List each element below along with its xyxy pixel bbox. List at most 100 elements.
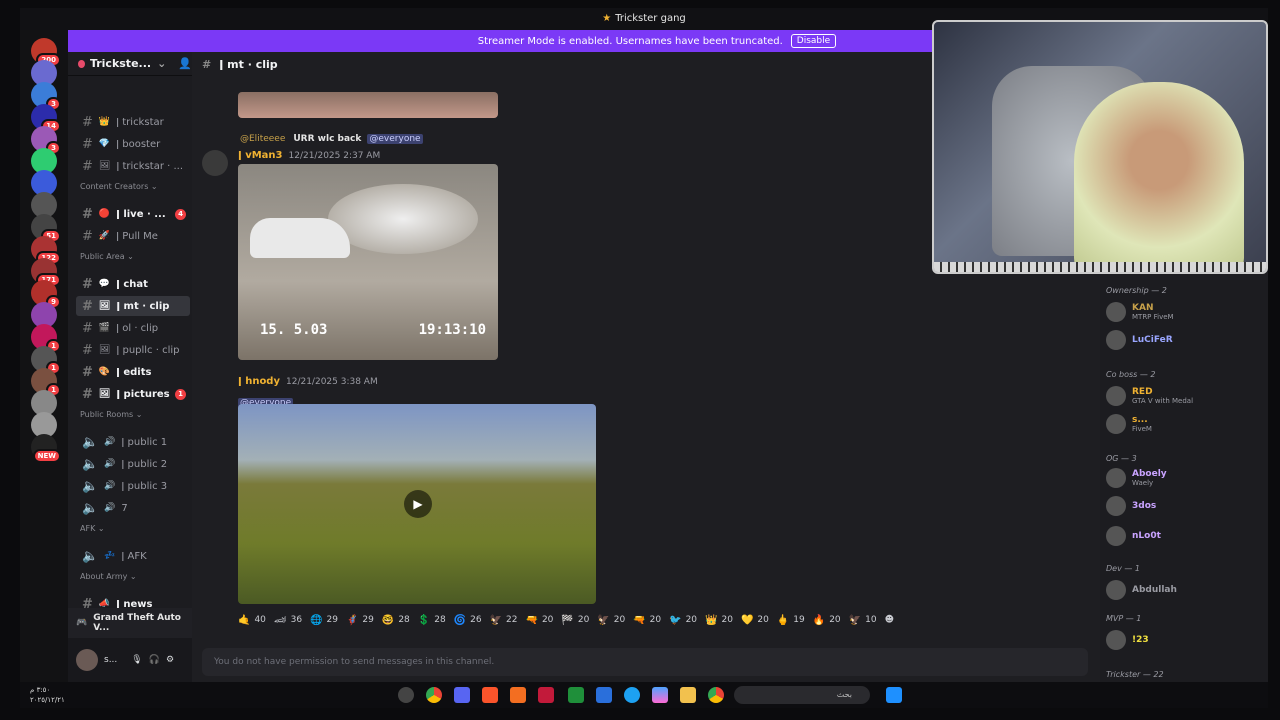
- member-name: KAN: [1132, 303, 1154, 313]
- channel-item[interactable]: 🔈 💤 ǀ AFK: [76, 546, 190, 566]
- channel-item[interactable]: # 🎨 ǀ edits: [76, 362, 190, 382]
- channel-item[interactable]: # 🚀 ǀ Pull Me: [76, 226, 190, 246]
- member-item[interactable]: !23: [1106, 630, 1149, 650]
- channel-item[interactable]: # 🖼 ǀ pictures 1: [76, 384, 190, 404]
- reaction-chip[interactable]: 🦅 22: [490, 615, 518, 626]
- member-item[interactable]: LuCiFeR: [1106, 330, 1173, 350]
- channel-item[interactable]: # 💬 ǀ chat: [76, 274, 190, 294]
- message-author[interactable]: ǀ hnody: [238, 376, 280, 387]
- channel-category[interactable]: AFK ⌄: [80, 524, 105, 533]
- channel-emoji-icon: 🔊: [104, 459, 116, 469]
- channel-item[interactable]: # 👑 ǀ trickstar: [76, 112, 190, 132]
- reaction-chip[interactable]: 💛 20: [741, 615, 769, 626]
- avatar[interactable]: [202, 150, 228, 176]
- reaction-chip[interactable]: 🦸 29: [346, 615, 374, 626]
- app-icon[interactable]: [538, 687, 554, 703]
- reaction-chip[interactable]: 👑 20: [705, 615, 733, 626]
- reaction-chip[interactable]: 🏎 36: [274, 615, 302, 626]
- reply-reference[interactable]: @Eliteeee ᑌRR wlc back @everyone: [238, 134, 423, 144]
- guild-header[interactable]: Trickste... ⌄ 👤: [68, 52, 192, 76]
- add-reaction-icon[interactable]: ☻: [885, 615, 894, 625]
- message-input: You do not have permission to send messa…: [202, 648, 1088, 676]
- discord-icon[interactable]: [454, 687, 470, 703]
- member-item[interactable]: s... FiveM: [1106, 414, 1152, 434]
- avatar[interactable]: [76, 649, 98, 671]
- member-group-header: Co boss — 2: [1106, 370, 1156, 379]
- disable-button[interactable]: Disable: [790, 34, 837, 48]
- copilot-icon[interactable]: [652, 687, 668, 703]
- channel-item[interactable]: 🔈 🔊 ǀ public 3: [76, 476, 190, 496]
- hash-icon: #: [82, 364, 93, 380]
- channel-emoji-icon: 🖼: [98, 389, 111, 399]
- add-member-icon[interactable]: 👤: [178, 57, 192, 70]
- reaction-count: 10: [865, 615, 877, 625]
- hash-icon: #: [82, 276, 93, 292]
- gear-icon[interactable]: ⚙: [166, 655, 174, 665]
- channel-label: ǀ live · ...: [116, 208, 166, 220]
- brave-icon[interactable]: [482, 687, 498, 703]
- channel-item[interactable]: # 🎬 ǀ ol · clip: [76, 318, 190, 338]
- channel-item[interactable]: # 💎 ǀ booster: [76, 134, 190, 154]
- member-item[interactable]: Aboely Waely: [1106, 468, 1167, 488]
- reaction-chip[interactable]: 🐦 20: [669, 615, 697, 626]
- channel-category[interactable]: Content Creators ⌄: [80, 182, 158, 191]
- channel-category[interactable]: About Army ⌄: [80, 572, 137, 581]
- reaction-count: 20: [757, 615, 769, 625]
- member-item[interactable]: KAN MTRP FiveM: [1106, 302, 1174, 322]
- search-input[interactable]: بحث: [734, 686, 870, 704]
- member-item[interactable]: Abdullah: [1106, 580, 1177, 600]
- widgets-icon[interactable]: [398, 687, 414, 703]
- video-attachment[interactable]: ▶: [238, 404, 596, 604]
- reaction-chip[interactable]: 🤓 28: [382, 615, 410, 626]
- avatar: [1106, 468, 1126, 488]
- reaction-chip[interactable]: 🏁 20: [561, 615, 589, 626]
- reaction-chip[interactable]: 🤙 40: [238, 615, 266, 626]
- message-author[interactable]: ǀ vMan3: [238, 150, 283, 161]
- mic-icon[interactable]: 🎙: [131, 655, 142, 665]
- member-item[interactable]: RED GTA V with Medal: [1106, 386, 1193, 406]
- channel-item[interactable]: 🔈 🔊 ǀ public 2: [76, 454, 190, 474]
- channel-item[interactable]: 🔈 🔊 7: [76, 498, 190, 518]
- channel-item[interactable]: 🔈 🔊 ǀ public 1: [76, 432, 190, 452]
- star-icon: ★: [602, 13, 612, 24]
- reply-user: @Eliteeee: [240, 134, 286, 144]
- channel-item[interactable]: # 🖼 ǀ trickstar · ...: [76, 156, 190, 176]
- play-icon[interactable]: ▶: [404, 490, 432, 518]
- channel-item[interactable]: # 🔴 ǀ live · ... 4: [76, 204, 190, 224]
- reaction-chip[interactable]: 🦅 20: [597, 615, 625, 626]
- reaction-chip[interactable]: 🦅 10: [849, 615, 877, 626]
- member-item[interactable]: nLo0t: [1106, 526, 1161, 546]
- channel-category[interactable]: Public Area ⌄: [80, 252, 134, 261]
- start-icon[interactable]: [886, 687, 902, 703]
- channel-item[interactable]: # 🖼 ǀ pupllc · clip: [76, 340, 190, 360]
- reaction-chip[interactable]: 🔫 20: [526, 615, 554, 626]
- chrome-icon[interactable]: [426, 687, 442, 703]
- previous-attachment[interactable]: [238, 92, 498, 118]
- store-icon[interactable]: [596, 687, 612, 703]
- edge-icon[interactable]: [624, 687, 640, 703]
- reaction-chip[interactable]: 🔥 20: [813, 615, 841, 626]
- reaction-chip[interactable]: 🔫 20: [633, 615, 661, 626]
- reaction-chip[interactable]: 🌐 29: [310, 615, 338, 626]
- video-attachment[interactable]: 15. 5.03 19:13:10: [238, 164, 498, 360]
- channel-label: ǀ mt · clip: [116, 300, 170, 312]
- chrome-icon[interactable]: [708, 687, 724, 703]
- user-panel: s... 🎙 🎧 ⚙: [68, 638, 192, 682]
- channel-category[interactable]: Public Rooms ⌄: [80, 410, 142, 419]
- member-item[interactable]: 3dos: [1106, 496, 1156, 516]
- clock[interactable]: ٣:٥٠ م ٢٠٢٥/١٢/٢١: [30, 685, 65, 705]
- channel-emoji-icon: 🖼: [98, 161, 111, 171]
- reaction-chip[interactable]: 🖕 19: [777, 615, 805, 626]
- app-icon[interactable]: [568, 687, 584, 703]
- server-icon[interactable]: NEW: [31, 434, 61, 463]
- voice-activity[interactable]: 🎮 Grand Theft Auto V...: [68, 608, 192, 638]
- reaction-count: 20: [613, 615, 626, 625]
- reaction-count: 29: [326, 615, 338, 625]
- member-group-header: Dev — 1: [1106, 564, 1140, 573]
- reaction-chip[interactable]: 🌀 26: [454, 615, 482, 626]
- headphones-icon[interactable]: 🎧: [149, 655, 160, 665]
- reaction-chip[interactable]: 💲 28: [418, 615, 446, 626]
- app-icon[interactable]: [510, 687, 526, 703]
- folder-icon[interactable]: [680, 687, 696, 703]
- channel-item[interactable]: # 🖼 ǀ mt · clip: [76, 296, 190, 316]
